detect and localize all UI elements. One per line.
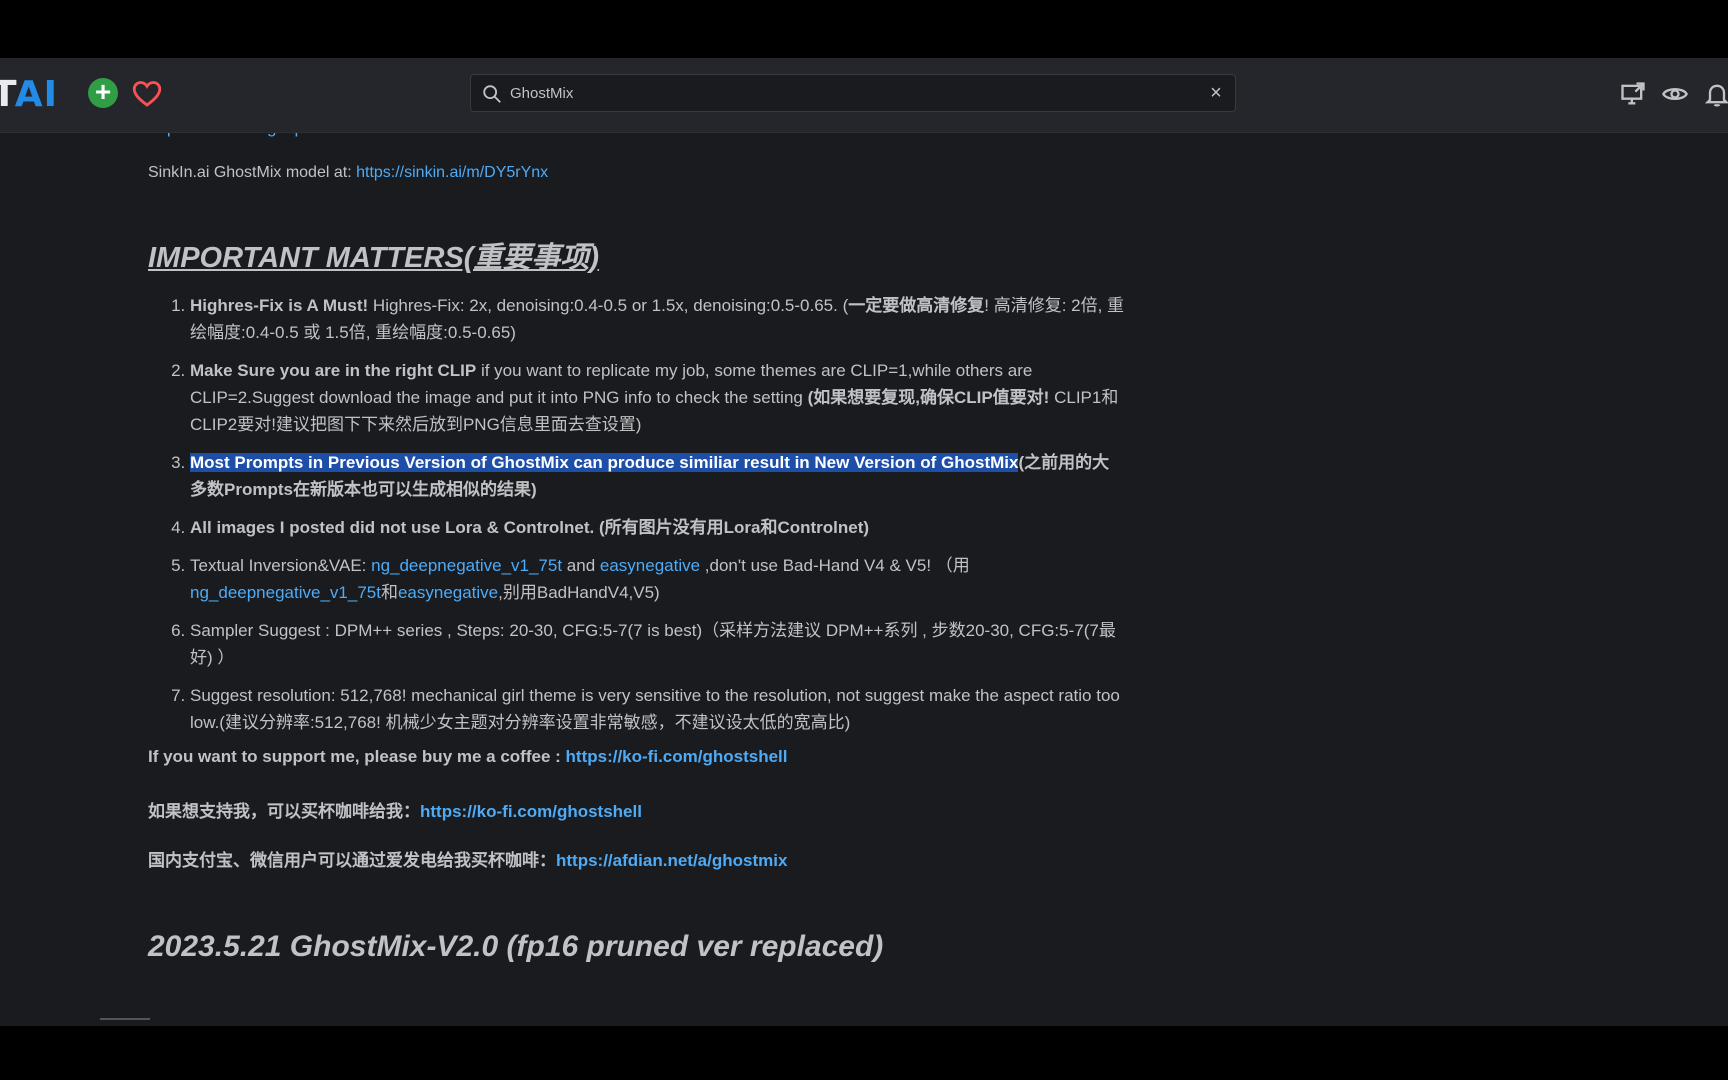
search-icon: [483, 85, 501, 103]
ng-deepnegative-link-2[interactable]: ng_deepnegative_v1_75t: [190, 583, 381, 602]
list-item: All images I posted did not use Lora & C…: [190, 514, 1125, 541]
list-item: Suggest resolution: 512,768! mechanical …: [190, 682, 1125, 736]
browser-viewport: TAI + GhostMix × https://w: [0, 58, 1728, 1026]
eye-icon[interactable]: [1661, 80, 1689, 108]
upload-icon[interactable]: [1619, 80, 1647, 108]
version-heading: 2023.5.21 GhostMix-V2.0 (fp16 pruned ver…: [148, 930, 884, 963]
cut-off-divider: [100, 1018, 150, 1020]
ng-deepnegative-link[interactable]: ng_deepnegative_v1_75t: [371, 556, 562, 575]
create-button[interactable]: +: [88, 78, 118, 108]
screen-bottom-bar: [0, 1026, 1728, 1080]
afdian-link[interactable]: https://afdian.net/a/ghostmix: [556, 851, 787, 870]
support-cn-paragraph: 如果想支持我，可以买杯咖啡给我：https://ko-fi.com/ghosts…: [148, 802, 642, 821]
easynegative-link[interactable]: easynegative: [600, 556, 700, 575]
site-header: TAI + GhostMix ×: [0, 58, 1728, 133]
list-item: Most Prompts in Previous Version of Ghos…: [190, 449, 1125, 503]
kofi-link[interactable]: https://ko-fi.com/ghostshell: [566, 747, 788, 766]
sinkin-paragraph: SinkIn.ai GhostMix model at: https://sin…: [148, 164, 548, 182]
clear-search-icon[interactable]: ×: [1205, 82, 1227, 104]
important-heading: IMPORTANT MATTERS(重要事项): [148, 242, 600, 274]
list-item: Textual Inversion&VAE: ng_deepnegative_v…: [190, 552, 1125, 606]
list-item: Sampler Suggest : DPM++ series , Steps: …: [190, 617, 1125, 671]
support-en-paragraph: If you want to support me, please buy me…: [148, 747, 788, 766]
logo-text-left: T: [0, 74, 15, 115]
search-input[interactable]: GhostMix: [510, 85, 573, 102]
list-item: Highres-Fix is A Must! Highres-Fix: 2x, …: [190, 292, 1125, 346]
screen-top-bar: [0, 0, 1728, 58]
search-bar[interactable]: GhostMix ×: [470, 74, 1236, 112]
support-afdian-paragraph: 国内支付宝、微信用户可以通过爱发电给我买杯咖啡：https://afdian.n…: [148, 851, 788, 870]
logo-text-right: AI: [14, 74, 59, 115]
list-item: Make Sure you are in the right CLIP if y…: [190, 357, 1125, 438]
important-list: Highres-Fix is A Must! Highres-Fix: 2x, …: [148, 292, 1125, 747]
selected-text[interactable]: Most Prompts in Previous Version of Ghos…: [190, 453, 1019, 472]
bell-icon[interactable]: [1703, 80, 1728, 108]
heart-icon[interactable]: [130, 76, 164, 110]
sinkin-label: SinkIn.ai GhostMix model at:: [148, 164, 357, 181]
site-logo[interactable]: TAI: [0, 74, 58, 115]
sinkin-link[interactable]: https://sinkin.ai/m/DY5rYnx: [356, 164, 548, 181]
easynegative-link-2[interactable]: easynegative: [398, 583, 498, 602]
kofi-link-cn[interactable]: https://ko-fi.com/ghostshell: [420, 802, 642, 821]
